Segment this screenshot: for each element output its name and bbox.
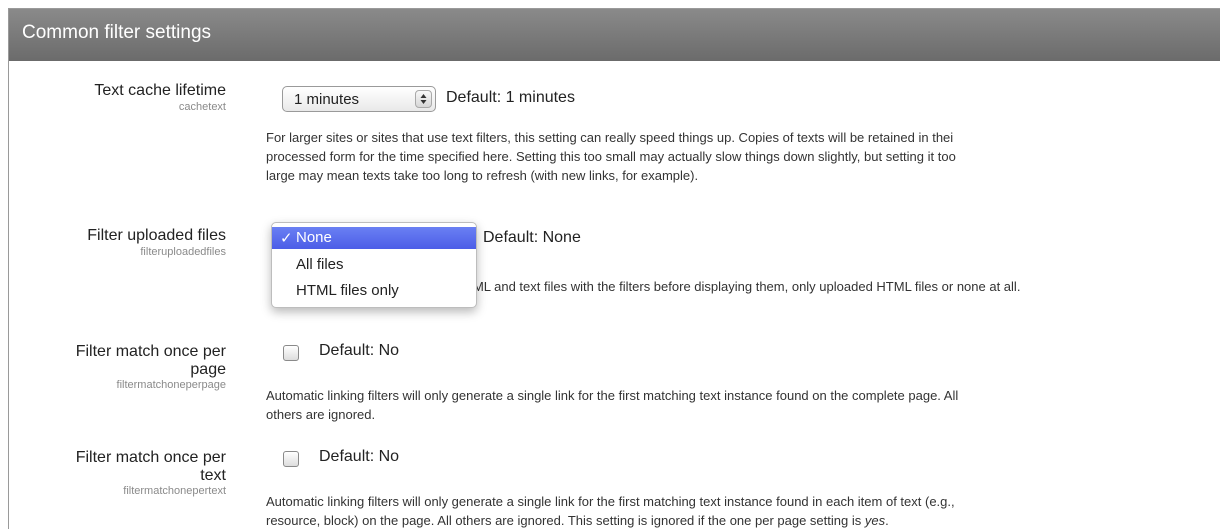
filteruploadedfiles-description: TML and text files with the filters befo…: [465, 279, 1021, 294]
select-stepper-icon: [415, 90, 432, 108]
menu-option-label: None: [296, 229, 332, 246]
filteruploadedfiles-default: Default: None: [483, 229, 581, 246]
cachetext-name: cachetext: [178, 101, 226, 113]
filteruploadedfiles-dropdown-menu: ✓ None All files HTML files only: [271, 222, 477, 308]
section-title: Common filter settings: [22, 22, 212, 43]
filtermatchoneperpage-name: filtermatchoneperpage: [116, 379, 226, 391]
filtermatchoneperpage-description-line-1: Automatic linking filters will only gene…: [266, 388, 959, 403]
menu-option-none[interactable]: ✓ None: [272, 227, 476, 249]
menu-option-all-files[interactable]: All files: [272, 254, 476, 276]
check-icon: ✓: [280, 230, 293, 247]
filteruploadedfiles-name: filteruploadedfiles: [140, 246, 226, 258]
filtermatchoneperpage-label-line-2: page: [190, 361, 226, 378]
filtermatchonepertext-default: Default: No: [319, 448, 400, 465]
menu-option-label: HTML files only: [296, 282, 399, 299]
cachetext-description-line-3: large may mean texts take too long to re…: [266, 168, 699, 183]
filtermatchoneperpage-label-line-1: Filter match once per: [75, 343, 226, 360]
cachetext-select[interactable]: 1 minutes: [282, 86, 436, 112]
cachetext-description-line-1: For larger sites or sites that use text …: [266, 130, 954, 145]
filtermatchoneperpage-checkbox[interactable]: [283, 345, 299, 361]
filtermatchonepertext-description-line-1: Automatic linking filters will only gene…: [266, 494, 955, 509]
description-text: .: [885, 513, 889, 528]
filtermatchoneperpage-description-line-2: others are ignored.: [266, 407, 376, 422]
cachetext-select-value: 1 minutes: [294, 91, 360, 108]
filtermatchonepertext-label-line-1: Filter match once per: [75, 449, 226, 466]
filtermatchonepertext-description-line-2: resource, block) on the page. All others…: [266, 511, 1220, 529]
description-text: resource, block) on the page. All others…: [266, 513, 865, 528]
filtermatchonepertext-checkbox[interactable]: [283, 451, 299, 467]
description-emphasis: yes: [864, 513, 886, 528]
menu-option-label: All files: [296, 256, 344, 273]
cachetext-label: Text cache lifetime: [94, 82, 226, 99]
cachetext-default: Default: 1 minutes: [446, 89, 575, 106]
settings-page: Common filter settings Text cache lifeti…: [8, 8, 1220, 529]
filtermatchonepertext-label-line-2: text: [200, 467, 226, 484]
cachetext-description-line-2: processed form for the time specified he…: [266, 149, 956, 164]
filtermatchonepertext-name: filtermatchonepertext: [123, 485, 226, 497]
filtermatchoneperpage-default: Default: No: [319, 342, 400, 359]
filteruploadedfiles-label: Filter uploaded files: [87, 227, 226, 244]
section-header: Common filter settings: [9, 9, 1220, 61]
menu-option-html-files-only[interactable]: HTML files only: [272, 280, 476, 302]
